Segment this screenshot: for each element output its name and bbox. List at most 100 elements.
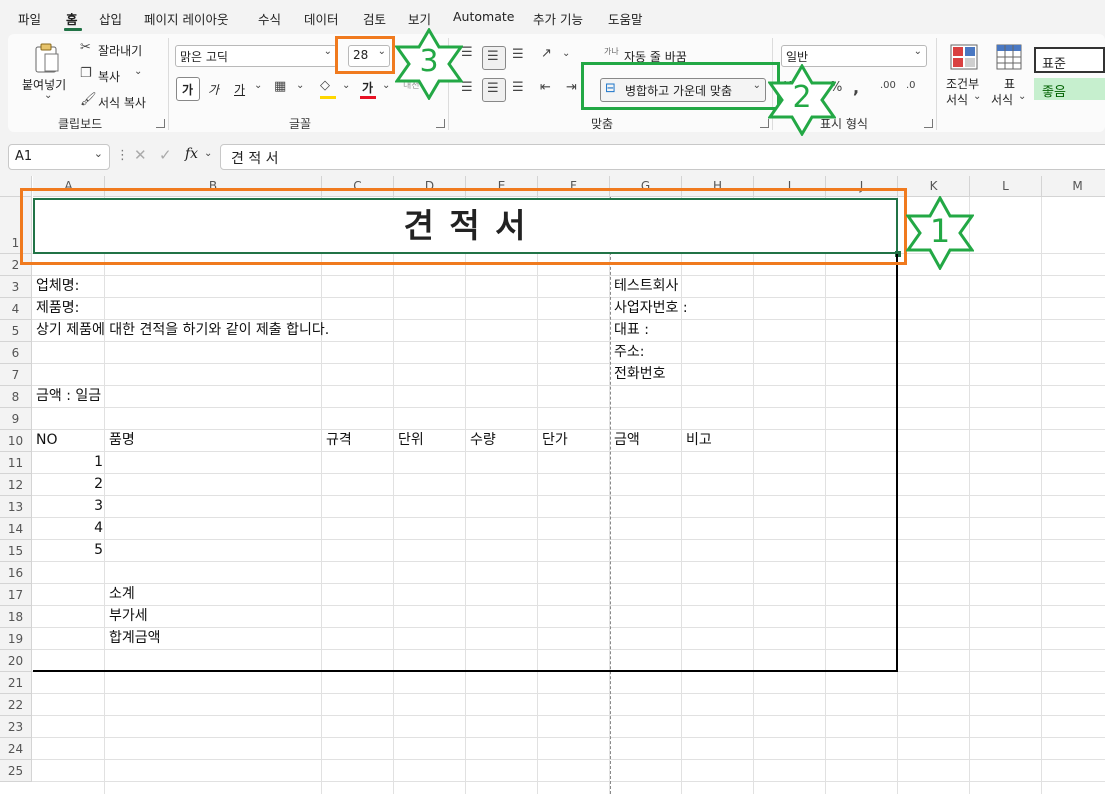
cell-b18[interactable]: 부가세 xyxy=(109,605,148,627)
style-good[interactable]: 좋음 xyxy=(1034,78,1105,100)
row-header-6[interactable]: 6 xyxy=(0,342,32,364)
row-header-23[interactable]: 23 xyxy=(0,716,32,738)
align-right-icon[interactable]: ☰ xyxy=(512,80,524,95)
cell-a12[interactable]: 2 xyxy=(33,473,103,495)
border-icon[interactable]: ▦ xyxy=(274,79,286,94)
insert-function-button[interactable]: fx xyxy=(185,146,198,162)
conditional-format-label-2[interactable]: 서식 xyxy=(946,91,968,108)
row-header-4[interactable]: 4 xyxy=(0,298,32,320)
cell-b17[interactable]: 소계 xyxy=(109,583,135,605)
copy-button[interactable]: 복사 xyxy=(98,68,120,85)
cell-a14[interactable]: 4 xyxy=(33,517,103,539)
format-table-label-2[interactable]: 서식 xyxy=(991,91,1013,108)
chevron-down-icon[interactable]: ⌄ xyxy=(44,90,52,101)
dialog-launcher-icon[interactable] xyxy=(924,119,933,128)
cell-d10[interactable]: 단위 xyxy=(398,429,424,451)
chevron-down-icon[interactable]: ⌄ xyxy=(204,148,212,159)
row-header-5[interactable]: 5 xyxy=(0,320,32,342)
column-header-m[interactable]: M xyxy=(1042,176,1105,197)
row-header-12[interactable]: 12 xyxy=(0,474,32,496)
cell-f10[interactable]: 단가 xyxy=(542,429,568,451)
cell-a13[interactable]: 3 xyxy=(33,495,103,517)
menu-review[interactable]: 검토 xyxy=(363,9,386,28)
format-table-icon[interactable] xyxy=(996,44,1022,70)
cell-g7[interactable]: 전화번호 xyxy=(614,363,666,385)
cell-g5[interactable]: 대표 : xyxy=(614,319,649,341)
decrease-indent-icon[interactable]: ⇤ xyxy=(540,80,551,95)
underline-button[interactable]: 가 xyxy=(234,81,245,98)
increase-decimal-icon[interactable]: .00 xyxy=(880,80,896,91)
chevron-down-icon[interactable]: ⌄ xyxy=(1018,91,1026,102)
row-header-25[interactable]: 25 xyxy=(0,760,32,782)
chevron-down-icon[interactable]: ⌄ xyxy=(254,80,262,91)
orientation-icon[interactable]: ↗ xyxy=(541,46,552,61)
row-header-20[interactable]: 20 xyxy=(0,650,32,672)
row-header-14[interactable]: 14 xyxy=(0,518,32,540)
column-header-k[interactable]: K xyxy=(898,176,970,197)
column-header-l[interactable]: L xyxy=(970,176,1042,197)
row-header-9[interactable]: 9 xyxy=(0,408,32,430)
align-center-button[interactable]: ☰ xyxy=(482,78,506,102)
conditional-format-icon[interactable] xyxy=(950,44,978,70)
chevron-down-icon[interactable]: ⌄ xyxy=(382,80,390,91)
row-header-24[interactable]: 24 xyxy=(0,738,32,760)
cell-a8[interactable]: 금액 : 일금 xyxy=(36,385,101,407)
paintbrush-icon[interactable]: 🖌 xyxy=(80,92,97,107)
row-header-18[interactable]: 18 xyxy=(0,606,32,628)
cell-g4[interactable]: 사업자번호 : xyxy=(614,297,688,319)
row-header-3[interactable]: 3 xyxy=(0,276,32,298)
formula-input[interactable]: 견 적 서 xyxy=(220,144,1105,170)
dialog-launcher-icon[interactable] xyxy=(436,119,445,128)
menu-automate[interactable]: Automate xyxy=(453,9,514,24)
row-header-17[interactable]: 17 xyxy=(0,584,32,606)
cell-g3[interactable]: 테스트회사 xyxy=(614,275,678,297)
menu-formulas[interactable]: 수식 xyxy=(258,9,281,28)
style-normal[interactable]: 표준 xyxy=(1034,47,1105,73)
cell-a3[interactable]: 업체명: xyxy=(36,275,79,297)
row-header-13[interactable]: 13 xyxy=(0,496,32,518)
enter-icon[interactable]: ✓ xyxy=(159,146,172,164)
cell-a15[interactable]: 5 xyxy=(33,539,103,561)
cell-h10[interactable]: 비고 xyxy=(686,429,712,451)
chevron-down-icon[interactable]: ⌄ xyxy=(342,80,350,91)
align-middle-button[interactable]: ☰ xyxy=(482,46,506,70)
chevron-down-icon[interactable]: ⌄ xyxy=(973,91,981,102)
cell-b10[interactable]: 품명 xyxy=(109,429,135,451)
menu-help[interactable]: 도움말 xyxy=(608,9,643,28)
row-header-15[interactable]: 15 xyxy=(0,540,32,562)
dialog-launcher-icon[interactable] xyxy=(156,119,165,128)
decrease-decimal-icon[interactable]: .0 xyxy=(906,80,916,91)
font-name-dropdown[interactable]: 맑은 고딕 ⌄ xyxy=(175,45,337,67)
row-header-21[interactable]: 21 xyxy=(0,672,32,694)
cell-e10[interactable]: 수량 xyxy=(470,429,496,451)
menu-home[interactable]: 홈 xyxy=(66,9,78,28)
menu-view[interactable]: 보기 xyxy=(408,9,431,28)
row-header-7[interactable]: 7 xyxy=(0,364,32,386)
italic-button[interactable]: 가 xyxy=(208,81,219,98)
cell-a10[interactable]: NO xyxy=(36,429,58,451)
menu-file[interactable]: 파일 xyxy=(18,9,41,28)
cancel-icon[interactable]: ✕ xyxy=(134,146,147,164)
wrap-text-icon[interactable]: 가나 xyxy=(604,46,619,57)
cell-g10[interactable]: 금액 xyxy=(614,429,640,451)
name-box[interactable]: A1 ⌄ xyxy=(8,144,110,170)
cell-a5[interactable]: 상기 제품에 대한 견적을 하기와 같이 제출 합니다. xyxy=(36,319,329,341)
menu-page-layout[interactable]: 페이지 레이아웃 xyxy=(144,9,228,28)
row-header-8[interactable]: 8 xyxy=(0,386,32,408)
menu-add-ins[interactable]: 추가 기능 xyxy=(533,9,583,28)
row-header-11[interactable]: 11 xyxy=(0,452,32,474)
row-header-22[interactable]: 22 xyxy=(0,694,32,716)
chevron-down-icon[interactable]: ⌄ xyxy=(296,80,304,91)
format-table-label-1[interactable]: 표 xyxy=(1004,75,1015,92)
cell-b19[interactable]: 합계금액 xyxy=(109,627,161,649)
more-options-icon[interactable]: ⋮ xyxy=(116,148,129,163)
cell-a11[interactable]: 1 xyxy=(33,451,103,473)
cut-button[interactable]: 잘라내기 xyxy=(98,42,142,59)
fill-color-icon[interactable]: ◇ xyxy=(320,78,330,93)
scissors-icon[interactable]: ✂ xyxy=(80,40,91,55)
comma-style-icon[interactable]: , xyxy=(853,78,859,97)
conditional-format-label-1[interactable]: 조건부 xyxy=(946,75,979,92)
menu-insert[interactable]: 삽입 xyxy=(99,9,122,28)
chevron-down-icon[interactable]: ⌄ xyxy=(562,48,570,59)
format-painter-button[interactable]: 서식 복사 xyxy=(98,94,146,111)
